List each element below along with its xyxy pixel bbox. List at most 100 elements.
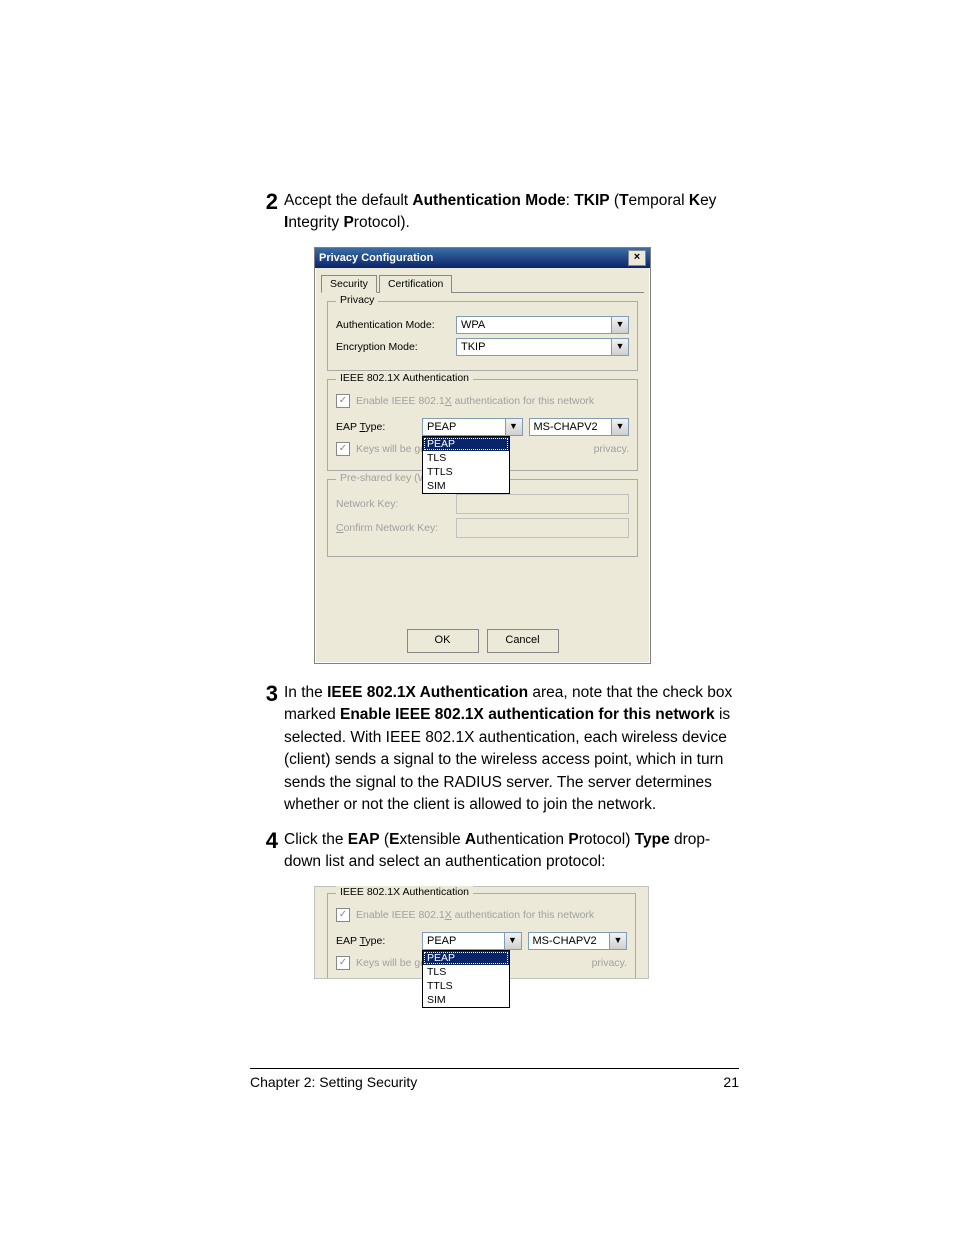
- row-confirm-key: Confirm Network Key:: [336, 518, 629, 538]
- text-bold: EAP: [348, 831, 380, 848]
- text-bold: A: [465, 831, 476, 848]
- step-number: 4: [250, 829, 278, 874]
- tab-pane: Privacy Authentication Mode: WPA ▼ Encry…: [315, 293, 650, 621]
- input-confirm-key[interactable]: [456, 518, 629, 538]
- dialog-titlebar: Privacy Configuration ×: [315, 248, 650, 268]
- step-4: 4 Click the EAP (Extensible Authenticati…: [250, 829, 739, 874]
- row-enable-8021x: ✓ Enable IEEE 802.1X authentication for …: [336, 908, 627, 922]
- combo-value: PEAP: [422, 418, 506, 436]
- combo-auth-mode[interactable]: WPA ▼: [456, 316, 629, 334]
- text: ey: [700, 192, 716, 209]
- chevron-down-icon[interactable]: ▼: [612, 338, 629, 356]
- combo-eap-type[interactable]: PEAP ▼: [422, 418, 523, 436]
- option-peap[interactable]: PEAP: [423, 437, 509, 451]
- ok-button[interactable]: OK: [407, 629, 479, 653]
- option-sim[interactable]: SIM: [423, 993, 509, 1007]
- text-bold: Type: [635, 831, 670, 848]
- label-network-key: Network Key:: [336, 498, 456, 510]
- option-tls[interactable]: TLS: [423, 451, 509, 465]
- text-bold: P: [343, 214, 353, 231]
- footer-page-number: 21: [723, 1074, 739, 1090]
- text-bold: P: [568, 831, 578, 848]
- group-legend: IEEE 802.1X Authentication: [336, 372, 473, 384]
- text: uthentication: [476, 831, 568, 848]
- combo-value: TKIP: [456, 338, 612, 356]
- group-privacy: Privacy Authentication Mode: WPA ▼ Encry…: [327, 301, 638, 371]
- step-number: 2: [250, 190, 278, 235]
- privacy-configuration-dialog: Privacy Configuration × Security Certifi…: [314, 247, 651, 664]
- chevron-down-icon[interactable]: ▼: [612, 316, 629, 334]
- text-bold: Authentication Mode: [412, 192, 565, 209]
- chevron-down-icon[interactable]: ▼: [612, 418, 629, 436]
- text: (: [380, 831, 389, 848]
- text-bold: Enable IEEE 802.1X authentication for th…: [340, 706, 715, 723]
- step-body: Click the EAP (Extensible Authentication…: [284, 829, 739, 874]
- label-confirm-key: Confirm Network Key:: [336, 522, 456, 534]
- checkbox-enable-8021x[interactable]: ✓: [336, 908, 350, 922]
- step-3: 3 In the IEEE 802.1X Authentication area…: [250, 682, 739, 817]
- tab-certification[interactable]: Certification: [379, 275, 452, 293]
- close-button[interactable]: ×: [628, 250, 646, 266]
- combo-eap-method[interactable]: MS-CHAPV2 ▼: [528, 932, 628, 950]
- row-eap-type: EAP Type: PEAP ▼ MS-CHAPV2 ▼: [336, 418, 629, 436]
- text: emporal: [629, 192, 689, 209]
- checkbox-enable-8021x[interactable]: ✓: [336, 394, 350, 408]
- combo-encryption-mode[interactable]: TKIP ▼: [456, 338, 629, 356]
- text-bold: E: [389, 831, 399, 848]
- text-bold: TKIP: [574, 192, 609, 209]
- dialog-title: Privacy Configuration: [319, 252, 433, 264]
- page-footer: Chapter 2: Setting Security 21: [250, 1074, 739, 1090]
- label-eap-type: EAP Type:: [336, 421, 422, 433]
- cancel-button[interactable]: Cancel: [487, 629, 559, 653]
- combo-eap-type[interactable]: PEAP ▼: [422, 932, 522, 950]
- group-legend: Privacy: [336, 294, 378, 306]
- text-bold: K: [689, 192, 700, 209]
- ieee-panel-crop: IEEE 802.1X Authentication ✓ Enable IEEE…: [314, 886, 649, 979]
- option-tls[interactable]: TLS: [423, 965, 509, 979]
- text: (: [610, 192, 619, 209]
- label-privacy-suffix: privacy.: [592, 957, 627, 969]
- combo-value: PEAP: [422, 932, 505, 950]
- input-network-key[interactable]: [456, 494, 629, 514]
- group-ieee-8021x: IEEE 802.1X Authentication ✓ Enable IEEE…: [327, 893, 636, 978]
- step-number: 3: [250, 682, 278, 817]
- text: Click the: [284, 831, 348, 848]
- text: rotocol).: [354, 214, 410, 231]
- label-enable-8021x: Enable IEEE 802.1X authentication for th…: [356, 909, 594, 921]
- row-encryption-mode: Encryption Mode: TKIP ▼: [336, 338, 629, 356]
- text-bold: IEEE 802.1X Authentication: [327, 684, 528, 701]
- dialog-button-row: OK Cancel: [315, 621, 650, 663]
- checkbox-keys-generated[interactable]: ✓: [336, 956, 350, 970]
- combo-value: MS-CHAPV2: [528, 932, 611, 950]
- text: Accept the default: [284, 192, 412, 209]
- eap-type-dropdown-list[interactable]: PEAP TLS TTLS SIM: [422, 950, 510, 1008]
- group-ieee-8021x: IEEE 802.1X Authentication ✓ Enable IEEE…: [327, 379, 638, 471]
- chevron-down-icon[interactable]: ▼: [610, 932, 627, 950]
- label-auth-mode: Authentication Mode:: [336, 319, 456, 331]
- option-peap[interactable]: PEAP: [423, 951, 509, 965]
- tab-security[interactable]: Security: [321, 275, 377, 293]
- label-enable-8021x: Enable IEEE 802.1X authentication for th…: [356, 395, 594, 407]
- eap-type-dropdown-list[interactable]: PEAP TLS TTLS SIM: [422, 436, 510, 494]
- group-legend: IEEE 802.1X Authentication: [336, 886, 473, 898]
- label-eap-type: EAP Type:: [336, 935, 422, 947]
- footer-chapter: Chapter 2: Setting Security: [250, 1074, 417, 1090]
- footer-rule: [250, 1068, 739, 1069]
- step-2: 2 Accept the default Authentication Mode…: [250, 190, 739, 235]
- checkbox-keys-generated[interactable]: ✓: [336, 442, 350, 456]
- option-ttls[interactable]: TTLS: [423, 465, 509, 479]
- step-body: In the IEEE 802.1X Authentication area, …: [284, 682, 739, 817]
- chevron-down-icon[interactable]: ▼: [505, 932, 522, 950]
- text: xtensible: [399, 831, 464, 848]
- option-ttls[interactable]: TTLS: [423, 979, 509, 993]
- text: In the: [284, 684, 327, 701]
- row-auth-mode: Authentication Mode: WPA ▼: [336, 316, 629, 334]
- combo-value: WPA: [456, 316, 612, 334]
- step-body: Accept the default Authentication Mode: …: [284, 190, 739, 235]
- chevron-down-icon[interactable]: ▼: [506, 418, 523, 436]
- tab-strip: Security Certification: [321, 274, 644, 293]
- row-enable-8021x: ✓ Enable IEEE 802.1X authentication for …: [336, 394, 629, 408]
- option-sim[interactable]: SIM: [423, 479, 509, 493]
- combo-eap-method[interactable]: MS-CHAPV2 ▼: [529, 418, 630, 436]
- figure-ieee-panel: IEEE 802.1X Authentication ✓ Enable IEEE…: [314, 886, 739, 979]
